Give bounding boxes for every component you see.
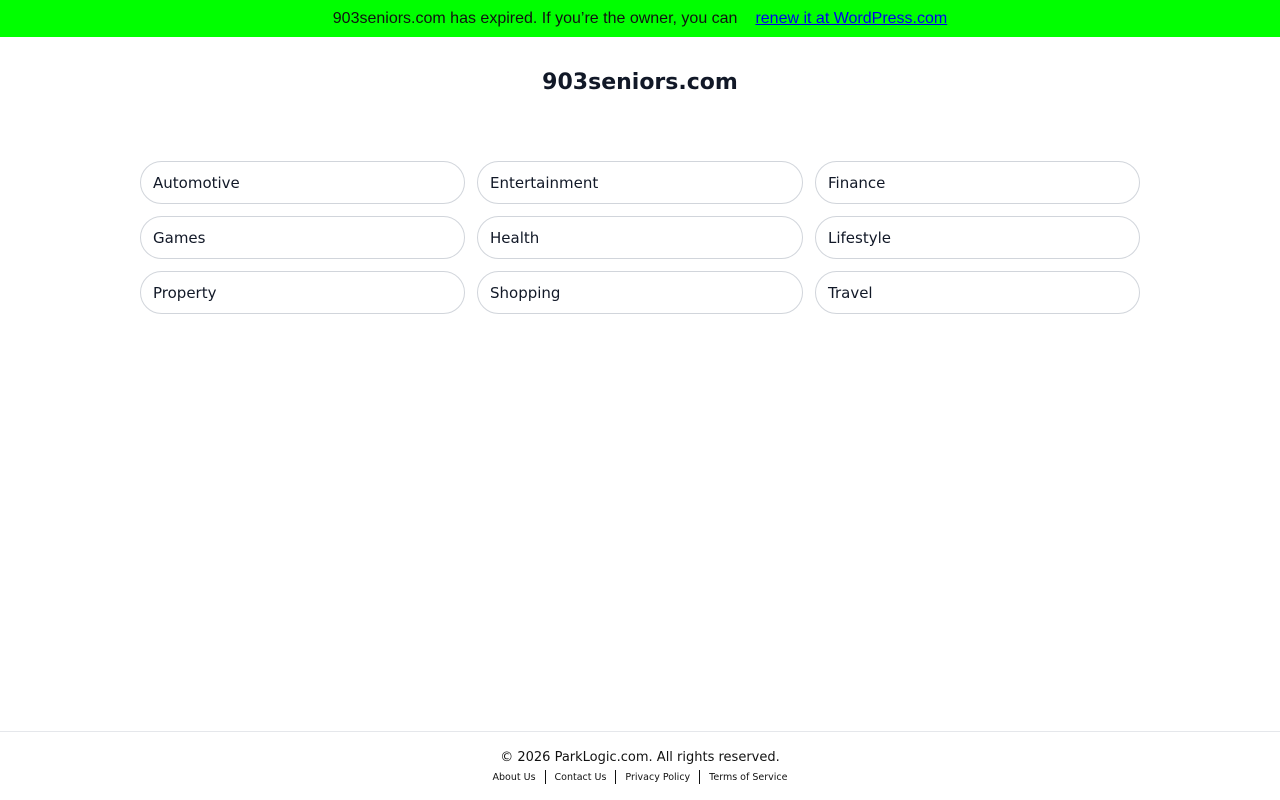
- terms-of-service-link[interactable]: Terms of Service: [700, 772, 796, 783]
- site-title: 903seniors.com: [542, 70, 738, 95]
- category-games[interactable]: Games: [140, 216, 465, 259]
- copyright-text: © 2026 ParkLogic.com. All rights reserve…: [500, 750, 780, 765]
- privacy-policy-link[interactable]: Privacy Policy: [616, 772, 699, 783]
- category-finance[interactable]: Finance: [815, 161, 1140, 204]
- renew-link[interactable]: renew it at WordPress.com: [755, 10, 947, 28]
- about-us-link[interactable]: About Us: [484, 772, 545, 783]
- category-lifestyle[interactable]: Lifestyle: [815, 216, 1140, 259]
- category-travel[interactable]: Travel: [815, 271, 1140, 314]
- category-grid: Automotive Entertainment Finance Games H…: [140, 161, 1140, 314]
- contact-us-link[interactable]: Contact Us: [546, 772, 616, 783]
- footer: © 2026 ParkLogic.com. All rights reserve…: [0, 731, 1280, 800]
- category-automotive[interactable]: Automotive: [140, 161, 465, 204]
- category-entertainment[interactable]: Entertainment: [477, 161, 803, 204]
- expired-message: 903seniors.com has expired. If you’re th…: [332, 9, 738, 27]
- category-health[interactable]: Health: [477, 216, 803, 259]
- category-property[interactable]: Property: [140, 271, 465, 314]
- expired-banner: 903seniors.com has expired. If you’re th…: [0, 0, 1280, 37]
- footer-links: About Us Contact Us Privacy Policy Terms…: [0, 770, 1280, 784]
- category-shopping[interactable]: Shopping: [477, 271, 803, 314]
